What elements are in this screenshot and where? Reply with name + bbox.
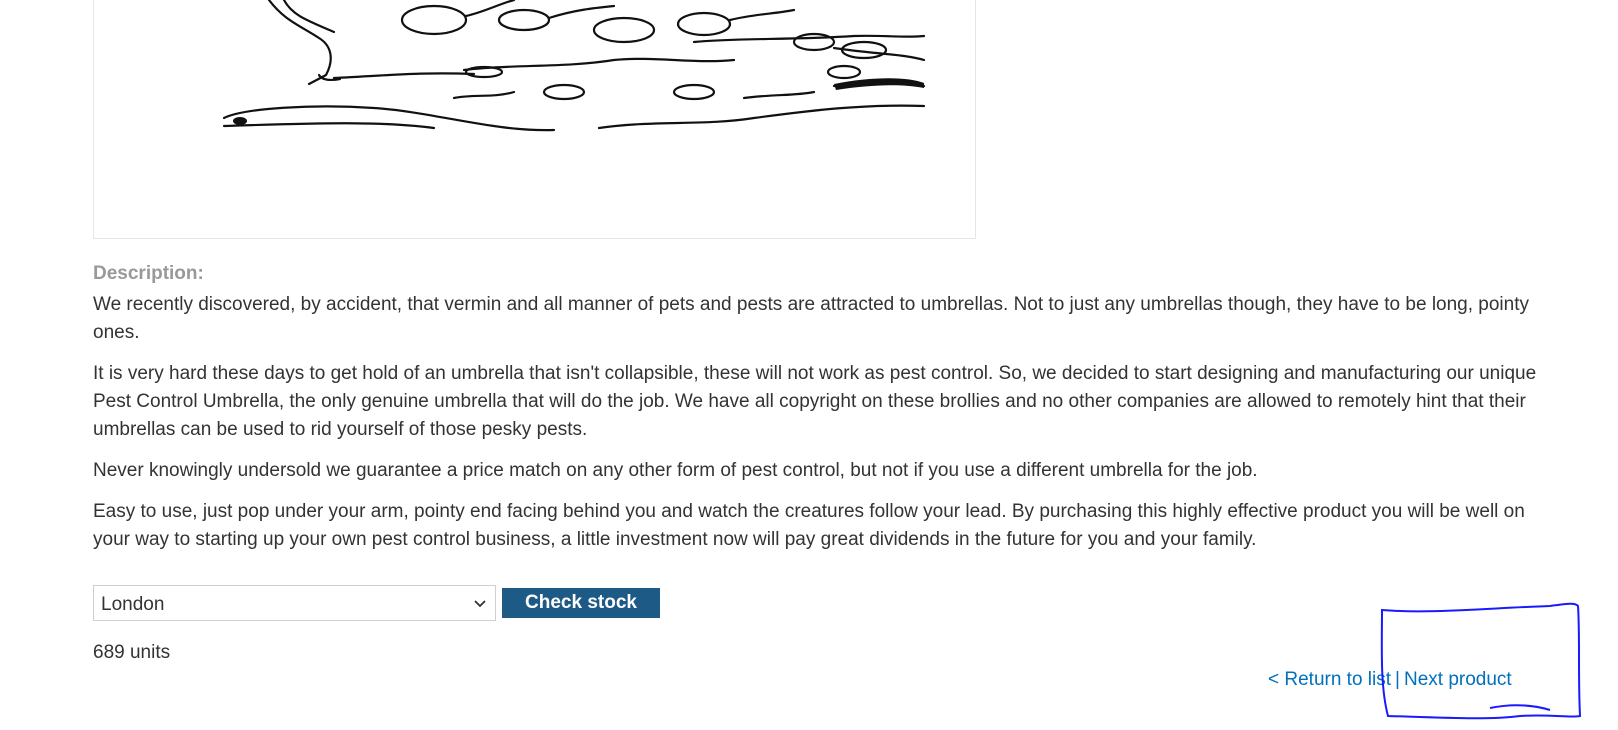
description-paragraph: Easy to use, just pop under your arm, po… (93, 501, 1525, 550)
description-paragraph: We recently discovered, by accident, tha… (93, 294, 1529, 343)
product-navigation: < Return to list | Next product (1268, 669, 1512, 691)
description-paragraph: Never knowingly undersold we guarantee a… (93, 460, 1258, 481)
hand-drawn-highlight (1380, 602, 1582, 720)
description-paragraph: It is very hard these days to get hold o… (93, 363, 1537, 440)
next-product-link[interactable]: Next product (1404, 669, 1512, 690)
check-stock-button[interactable]: Check stock (502, 588, 660, 618)
city-select[interactable]: London (93, 585, 496, 621)
city-select-value: London (101, 594, 165, 615)
description-label: Description: (93, 263, 204, 284)
return-to-list-link[interactable]: < Return to list (1268, 669, 1391, 690)
stock-result: 689 units (93, 642, 171, 663)
product-image (93, 0, 976, 239)
vermin-illustration (222, 0, 926, 132)
product-description: We recently discovered, by accident, tha… (93, 291, 1538, 567)
chevron-down-icon (474, 600, 486, 608)
nav-separator: | (1395, 669, 1400, 690)
